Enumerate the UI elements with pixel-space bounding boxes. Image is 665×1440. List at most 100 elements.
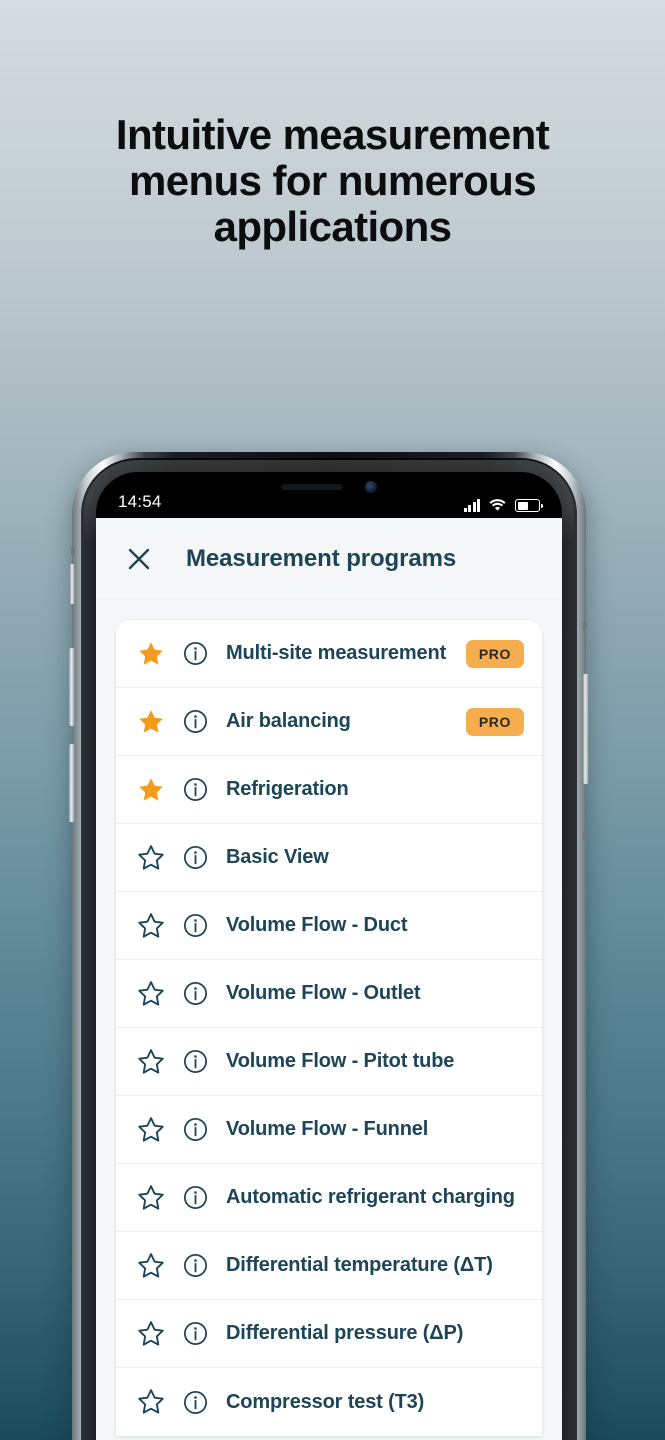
favorite-star-outline[interactable]: [136, 1115, 166, 1145]
list-item-label: Refrigeration: [226, 778, 349, 800]
power-button[interactable]: [583, 674, 589, 784]
info-button[interactable]: [182, 1253, 208, 1279]
info-button[interactable]: [182, 981, 208, 1007]
info-icon: [183, 1390, 207, 1414]
volume-down-button[interactable]: [69, 744, 75, 822]
info-icon: [183, 1117, 207, 1142]
pro-badge: PRO: [465, 639, 524, 668]
list-item-label: Volume Flow - Funnel: [226, 1118, 429, 1140]
info-icon: [183, 913, 207, 938]
earpiece-speaker-icon: [281, 484, 343, 490]
star-outline-icon: [138, 1389, 164, 1414]
app-title: Measurement programs: [186, 545, 457, 572]
pro-badge: PRO: [465, 707, 524, 736]
info-button[interactable]: [182, 641, 208, 667]
star-outline-icon: [138, 1048, 164, 1074]
star-outline-icon: [138, 912, 164, 938]
antenna-seam: [583, 832, 587, 840]
list-item-label: Air balancing: [226, 710, 351, 732]
star-outline-icon: [138, 1252, 164, 1278]
star-outline-icon: [138, 1320, 164, 1346]
info-button[interactable]: [182, 1117, 208, 1143]
favorite-star-outline[interactable]: [136, 1183, 166, 1213]
app-content: Measurement programs Multi-site measurem…: [96, 518, 562, 1440]
measurement-programs-list: Multi-site measurement PRO Air balancing PR…: [116, 620, 542, 1436]
list-item[interactable]: Differential temperature (ΔT): [116, 1232, 542, 1300]
info-button[interactable]: [182, 845, 208, 871]
info-icon: [183, 709, 207, 734]
info-button[interactable]: [182, 1049, 208, 1075]
close-icon: [128, 548, 150, 570]
favorite-star-outline[interactable]: [136, 1251, 166, 1281]
front-camera-icon: [365, 481, 377, 493]
list-item-label: Volume Flow - Outlet: [226, 982, 421, 1004]
antenna-seam: [71, 547, 75, 555]
phone-notch: [235, 472, 423, 502]
list-item-label: Multi-site measurement: [226, 642, 447, 664]
battery-icon: [515, 499, 543, 512]
favorite-star-outline[interactable]: [136, 1319, 166, 1349]
star-filled-icon: [139, 777, 163, 801]
wifi-icon: [489, 499, 506, 511]
list-item[interactable]: Multi-site measurement PRO: [116, 620, 542, 688]
info-icon: [183, 981, 207, 1006]
favorite-star-outline[interactable]: [136, 1047, 166, 1077]
star-filled-icon: [139, 641, 163, 665]
favorite-star-outline[interactable]: [136, 843, 166, 873]
close-button[interactable]: [122, 542, 156, 576]
list-item[interactable]: Volume Flow - Duct: [116, 892, 542, 960]
info-button[interactable]: [182, 709, 208, 735]
list-item[interactable]: Volume Flow - Funnel: [116, 1096, 542, 1164]
list-item[interactable]: Differential pressure (ΔP): [116, 1300, 542, 1368]
info-button[interactable]: [182, 913, 208, 939]
list-item[interactable]: Volume Flow - Pitot tube: [116, 1028, 542, 1096]
list-item-label: Differential temperature (ΔT): [226, 1254, 493, 1276]
info-icon: [183, 1049, 207, 1074]
status-icon-group: [463, 499, 543, 512]
favorite-star-outline[interactable]: [136, 911, 166, 941]
list-item-label: Volume Flow - Pitot tube: [226, 1050, 455, 1072]
favorite-star-filled[interactable]: [136, 707, 166, 737]
star-outline-icon: [138, 844, 164, 870]
star-filled-icon: [139, 709, 163, 733]
list-item-label: Volume Flow - Duct: [226, 914, 408, 936]
volume-up-button[interactable]: [69, 648, 75, 726]
favorite-star-outline[interactable]: [136, 979, 166, 1009]
list-item[interactable]: Volume Flow - Outlet: [116, 960, 542, 1028]
info-button[interactable]: [182, 777, 208, 803]
headline-line-1: Intuitive measurement: [115, 111, 550, 158]
app-header: Measurement programs: [96, 518, 562, 600]
info-button[interactable]: [182, 1321, 208, 1347]
favorite-star-filled[interactable]: [136, 639, 166, 669]
page-title: Intuitive measurement menus for numerous…: [0, 112, 665, 250]
phone-mockup: 14:54 Measurement programs Multi-site me…: [69, 452, 589, 1440]
info-icon: [183, 1321, 207, 1346]
info-icon: [183, 641, 207, 666]
status-time: 14:54: [118, 492, 162, 511]
info-icon: [183, 1185, 207, 1210]
list-item-label: Automatic refrigerant charging: [226, 1186, 515, 1208]
info-icon: [183, 777, 207, 802]
list-item[interactable]: Compressor test (T3): [116, 1368, 542, 1436]
signal-bars-icon: [463, 499, 480, 512]
headline-line-3: applications: [213, 203, 452, 250]
list-item[interactable]: Basic View: [116, 824, 542, 892]
star-outline-icon: [138, 1184, 164, 1210]
star-outline-icon: [138, 1116, 164, 1142]
antenna-seam: [583, 622, 587, 630]
phone-screen: 14:54 Measurement programs Multi-site me…: [96, 472, 562, 1440]
list-item-label: Differential pressure (ΔP): [226, 1322, 464, 1344]
list-item[interactable]: Air balancing PRO: [116, 688, 542, 756]
info-icon: [183, 845, 207, 870]
info-button[interactable]: [182, 1185, 208, 1211]
list-item-label: Basic View: [226, 846, 329, 868]
info-icon: [183, 1253, 207, 1278]
headline-line-2: menus for numerous: [129, 157, 537, 204]
favorite-star-outline[interactable]: [136, 1387, 166, 1417]
info-button[interactable]: [182, 1389, 208, 1415]
star-outline-icon: [138, 980, 164, 1006]
list-item[interactable]: Refrigeration: [116, 756, 542, 824]
favorite-star-filled[interactable]: [136, 775, 166, 805]
list-item[interactable]: Automatic refrigerant charging: [116, 1164, 542, 1232]
mute-switch-button[interactable]: [70, 564, 75, 604]
